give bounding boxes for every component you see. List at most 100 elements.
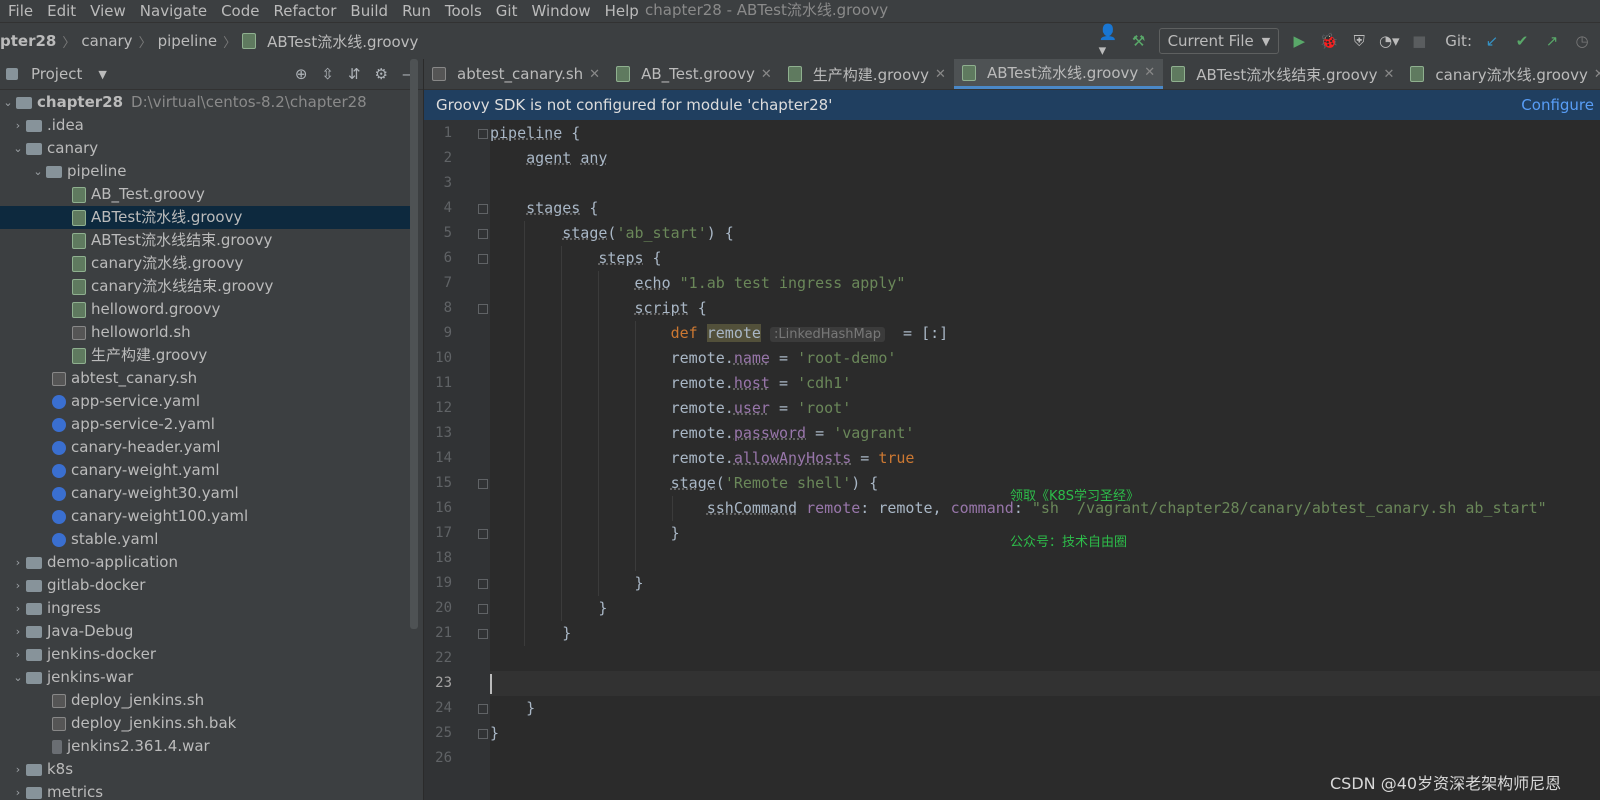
tree-item-canary[interactable]: ⌄ canary bbox=[0, 137, 416, 160]
tree-item-file[interactable]: helloword.groovy bbox=[0, 298, 416, 321]
tree-item-folder[interactable]: › gitlab-docker bbox=[0, 574, 416, 597]
fold-marker-icon[interactable] bbox=[478, 304, 488, 314]
tree-item-file[interactable]: canary-weight.yaml bbox=[0, 459, 416, 482]
tree-item-file[interactable]: 生产构建.groovy bbox=[0, 344, 416, 367]
fold-marker-icon[interactable] bbox=[478, 579, 488, 589]
fold-marker-icon[interactable] bbox=[478, 479, 488, 489]
fold-marker-icon[interactable] bbox=[478, 604, 488, 614]
user-icon[interactable]: 👤▾ bbox=[1099, 23, 1119, 59]
tree-item-file[interactable]: canary-weight100.yaml bbox=[0, 505, 416, 528]
tree-item-folder[interactable]: ⌄ jenkins-war bbox=[0, 666, 416, 689]
profile-icon[interactable]: ◔▾ bbox=[1379, 31, 1400, 51]
breadcrumb-project[interactable]: pter28 bbox=[0, 32, 56, 50]
configure-link[interactable]: Configure bbox=[1521, 96, 1594, 114]
build-hammer-icon[interactable]: ⚒ bbox=[1129, 31, 1149, 51]
tree-item-file[interactable]: canary流水线结束.groovy bbox=[0, 275, 416, 298]
menu-navigate[interactable]: Navigate bbox=[140, 2, 207, 20]
chevron-down-icon[interactable]: ⌄ bbox=[10, 666, 26, 689]
tab-ab-test-groovy[interactable]: AB_Test.groovy ✕ bbox=[608, 59, 780, 89]
tree-item-root[interactable]: ⌄ chapter28 D:\virtual\centos-8.2\chapte… bbox=[0, 91, 416, 114]
tree-item-file[interactable]: AB_Test.groovy bbox=[0, 183, 416, 206]
chevron-down-icon[interactable]: ⌄ bbox=[10, 137, 26, 160]
tree-item-file[interactable]: canary-header.yaml bbox=[0, 436, 416, 459]
tree-item-folder[interactable]: › ingress bbox=[0, 597, 416, 620]
expand-all-icon[interactable]: ⇳ bbox=[321, 65, 334, 83]
menu-git[interactable]: Git bbox=[496, 2, 518, 20]
tab-abtest-pipeline-groovy[interactable]: ABTest流水线.groovy ✕ bbox=[953, 59, 1164, 89]
code-area[interactable]: pipeline { agent any stages { stage('ab_… bbox=[490, 120, 1600, 800]
close-icon[interactable]: ✕ bbox=[761, 67, 772, 82]
tree-item-pipeline[interactable]: ⌄ pipeline bbox=[0, 160, 416, 183]
breadcrumb-canary[interactable]: canary bbox=[81, 32, 132, 50]
tree-item-file-selected[interactable]: ABTest流水线.groovy bbox=[0, 206, 416, 229]
chevron-right-icon[interactable]: › bbox=[10, 574, 26, 597]
tree-item-folder[interactable]: › demo-application bbox=[0, 551, 416, 574]
gear-icon[interactable]: ⚙ bbox=[375, 65, 388, 83]
fold-marker-icon[interactable] bbox=[478, 204, 488, 214]
tab-production-build-groovy[interactable]: 生产构建.groovy ✕ bbox=[780, 59, 954, 89]
fold-marker-icon[interactable] bbox=[478, 704, 488, 714]
run-icon[interactable]: ▶ bbox=[1289, 31, 1309, 51]
tree-item-folder[interactable]: › Java-Debug bbox=[0, 620, 416, 643]
locate-icon[interactable]: ⊕ bbox=[295, 65, 308, 83]
tree-item-file[interactable]: app-service.yaml bbox=[0, 390, 416, 413]
git-push-icon[interactable]: ↗ bbox=[1542, 31, 1562, 51]
breadcrumb-pipeline[interactable]: pipeline bbox=[158, 32, 218, 50]
chevron-right-icon[interactable]: › bbox=[10, 551, 26, 574]
close-icon[interactable]: ✕ bbox=[1144, 65, 1155, 80]
fold-marker-icon[interactable] bbox=[478, 529, 488, 539]
menu-help[interactable]: Help bbox=[605, 2, 639, 20]
git-commit-icon[interactable]: ✔ bbox=[1512, 31, 1532, 51]
tree-item-file[interactable]: canary流水线.groovy bbox=[0, 252, 416, 275]
tree-item-file[interactable]: stable.yaml bbox=[0, 528, 416, 551]
breadcrumb-file[interactable]: ABTest流水线.groovy bbox=[267, 31, 418, 52]
git-update-icon[interactable]: ↙ bbox=[1482, 31, 1502, 51]
tab-abtest-canary-sh[interactable]: abtest_canary.sh ✕ bbox=[424, 59, 608, 89]
close-icon[interactable]: ✕ bbox=[589, 67, 600, 82]
menu-window[interactable]: Window bbox=[531, 2, 590, 20]
coverage-icon[interactable]: ⛨ bbox=[1349, 31, 1369, 51]
menu-tools[interactable]: Tools bbox=[445, 2, 482, 20]
close-icon[interactable]: ✕ bbox=[1384, 67, 1395, 82]
project-tree-scrollbar[interactable] bbox=[410, 59, 418, 629]
tree-item-folder[interactable]: › metrics bbox=[0, 781, 416, 800]
fold-marker-icon[interactable] bbox=[478, 729, 488, 739]
chevron-right-icon[interactable]: › bbox=[10, 643, 26, 666]
menu-view[interactable]: View bbox=[90, 2, 126, 20]
fold-marker-icon[interactable] bbox=[478, 129, 488, 139]
menu-code[interactable]: Code bbox=[221, 2, 259, 20]
tree-item-file[interactable]: canary-weight30.yaml bbox=[0, 482, 416, 505]
debug-icon[interactable]: 🐞 bbox=[1319, 31, 1339, 51]
chevron-right-icon[interactable]: › bbox=[10, 758, 26, 781]
menu-run[interactable]: Run bbox=[402, 2, 431, 20]
tree-item-file[interactable]: helloworld.sh bbox=[0, 321, 416, 344]
tree-item-file[interactable]: deploy_jenkins.sh.bak bbox=[0, 712, 416, 735]
tab-abtest-pipeline-end-groovy[interactable]: ABTest流水线结束.groovy ✕ bbox=[1163, 59, 1402, 89]
fold-marker-icon[interactable] bbox=[478, 629, 488, 639]
tree-item-file[interactable]: jenkins2.361.4.war bbox=[0, 735, 416, 758]
tree-item-file[interactable]: app-service-2.yaml bbox=[0, 413, 416, 436]
chevron-right-icon[interactable]: › bbox=[10, 620, 26, 643]
tab-canary-pipeline-groovy[interactable]: canary流水线.groovy ✕ bbox=[1402, 59, 1600, 89]
history-icon[interactable]: ◷ bbox=[1572, 31, 1592, 51]
chevron-right-icon[interactable]: › bbox=[10, 781, 26, 800]
tree-item-folder[interactable]: › k8s bbox=[0, 758, 416, 781]
chevron-right-icon[interactable]: › bbox=[10, 114, 26, 137]
project-view-selector[interactable]: Project ▼ bbox=[6, 65, 107, 83]
tree-item-idea[interactable]: › .idea bbox=[0, 114, 416, 137]
fold-marker-icon[interactable] bbox=[478, 229, 488, 239]
run-configuration-select[interactable]: Current File ▼ bbox=[1158, 28, 1280, 54]
close-icon[interactable]: ✕ bbox=[935, 67, 946, 82]
menu-edit[interactable]: Edit bbox=[47, 2, 76, 20]
tree-item-file[interactable]: ABTest流水线结束.groovy bbox=[0, 229, 416, 252]
tree-item-file[interactable]: deploy_jenkins.sh bbox=[0, 689, 416, 712]
close-icon[interactable]: ✕ bbox=[1594, 67, 1600, 82]
fold-marker-icon[interactable] bbox=[478, 254, 488, 264]
collapse-all-icon[interactable]: ⇵ bbox=[348, 65, 361, 83]
menu-refactor[interactable]: Refactor bbox=[273, 2, 336, 20]
chevron-right-icon[interactable]: › bbox=[10, 597, 26, 620]
chevron-down-icon[interactable]: ⌄ bbox=[30, 160, 46, 183]
menu-file[interactable]: File bbox=[8, 2, 33, 20]
chevron-down-icon[interactable]: ⌄ bbox=[0, 91, 16, 114]
menu-build[interactable]: Build bbox=[350, 2, 388, 20]
